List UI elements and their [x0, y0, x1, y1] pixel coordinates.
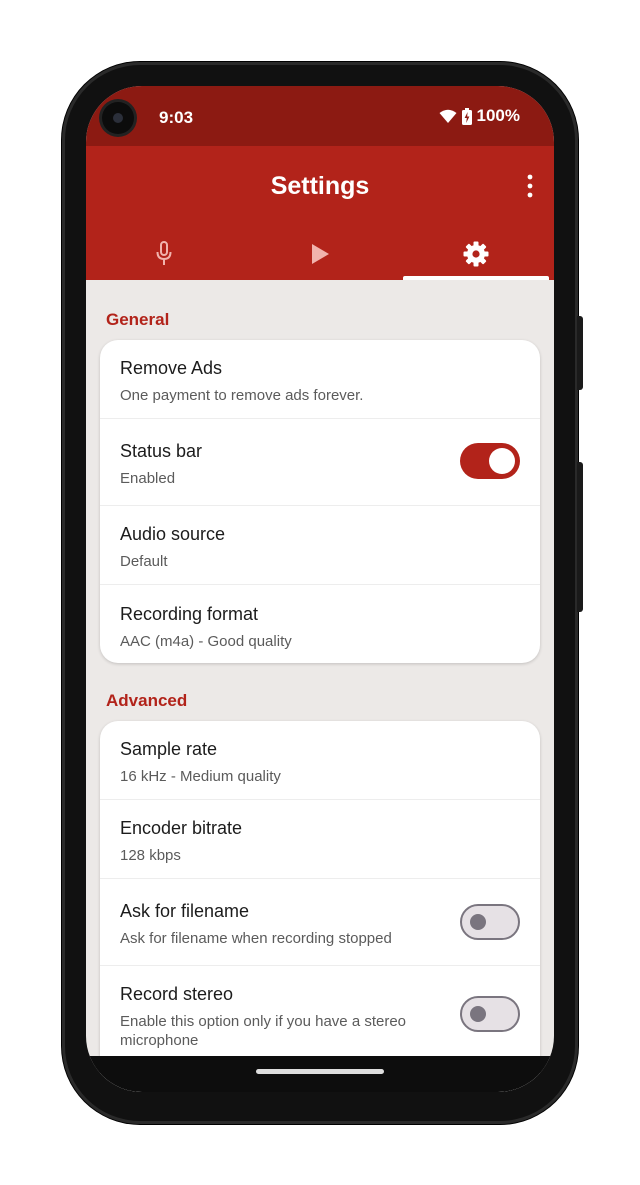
setting-audio-source[interactable]: Audio source Default — [100, 506, 540, 585]
page-title: Settings — [270, 172, 370, 200]
setting-subtitle: One payment to remove ads forever. — [120, 387, 364, 404]
battery-percent: 100% — [476, 106, 520, 125]
setting-title: Status bar — [120, 441, 203, 461]
setting-subtitle: 16 kHz - Medium quality — [120, 768, 281, 785]
record-stereo-toggle[interactable] — [460, 996, 520, 1032]
settings-card-advanced: Sample rate 16 kHz - Medium quality Enco… — [100, 721, 540, 1092]
battery-charging-icon — [461, 107, 472, 125]
settings-content: General Remove Ads One payment to remove… — [86, 280, 554, 1092]
setting-ask-filename[interactable]: Ask for filename Ask for filename when r… — [100, 879, 540, 966]
status-icons: 100% — [439, 106, 520, 126]
setting-title: Recording format — [120, 604, 259, 624]
setting-title: Sample rate — [120, 739, 218, 759]
setting-title: Encoder bitrate — [120, 818, 243, 838]
tab-settings[interactable] — [398, 228, 554, 280]
screen: 9:03 100% Settings General Remove Ads On… — [86, 86, 554, 1092]
setting-record-stereo[interactable]: Record stereo Enable this option only if… — [100, 966, 540, 1064]
setting-subtitle: Enabled — [120, 470, 176, 487]
setting-title: Record stereo — [120, 984, 234, 1004]
setting-status-bar[interactable]: Status bar Enabled — [100, 419, 540, 506]
setting-subtitle: AAC (m4a) - Good quality — [120, 633, 292, 650]
setting-encoder-bitrate[interactable]: Encoder bitrate 128 kbps — [100, 800, 540, 879]
setting-subtitle: 128 kbps — [120, 847, 181, 864]
status-time: 9:03 — [159, 108, 194, 127]
gear-icon — [463, 241, 489, 267]
power-button — [577, 316, 583, 390]
setting-subtitle: Default — [120, 553, 168, 570]
wifi-icon — [439, 109, 457, 123]
toggle-knob — [470, 914, 486, 930]
setting-title: Audio source — [120, 524, 226, 544]
setting-subtitle: Ask for filename when recording stopped — [120, 930, 392, 947]
section-title-general: General — [106, 310, 170, 329]
tab-playback[interactable] — [242, 228, 398, 280]
toggle-knob — [489, 448, 515, 474]
section-title-advanced: Advanced — [106, 691, 188, 710]
settings-card-general: Remove Ads One payment to remove ads for… — [100, 340, 540, 663]
volume-button — [577, 462, 583, 612]
status-bar-toggle[interactable] — [460, 443, 520, 479]
setting-recording-format[interactable]: Recording format AAC (m4a) - Good qualit… — [100, 585, 540, 663]
setting-remove-ads[interactable]: Remove Ads One payment to remove ads for… — [100, 340, 540, 419]
app-bar: Settings — [86, 146, 554, 280]
status-bar: 9:03 100% — [86, 86, 554, 146]
phone-frame: 9:03 100% Settings General Remove Ads On… — [62, 62, 583, 1124]
navigation-bar — [86, 1056, 554, 1092]
setting-title: Remove Ads — [120, 358, 223, 378]
setting-title: Ask for filename — [120, 901, 250, 921]
home-gesture-pill[interactable] — [256, 1069, 384, 1074]
microphone-icon — [156, 241, 172, 265]
setting-subtitle: Enable this option only if you have a st… — [120, 1013, 407, 1049]
play-icon — [312, 244, 329, 264]
front-camera — [102, 102, 134, 134]
setting-sample-rate[interactable]: Sample rate 16 kHz - Medium quality — [100, 721, 540, 800]
toggle-knob — [470, 1006, 486, 1022]
tab-bar — [86, 228, 554, 280]
tab-record[interactable] — [86, 228, 242, 280]
ask-filename-toggle[interactable] — [460, 904, 520, 940]
more-vert-icon[interactable] — [524, 174, 536, 198]
